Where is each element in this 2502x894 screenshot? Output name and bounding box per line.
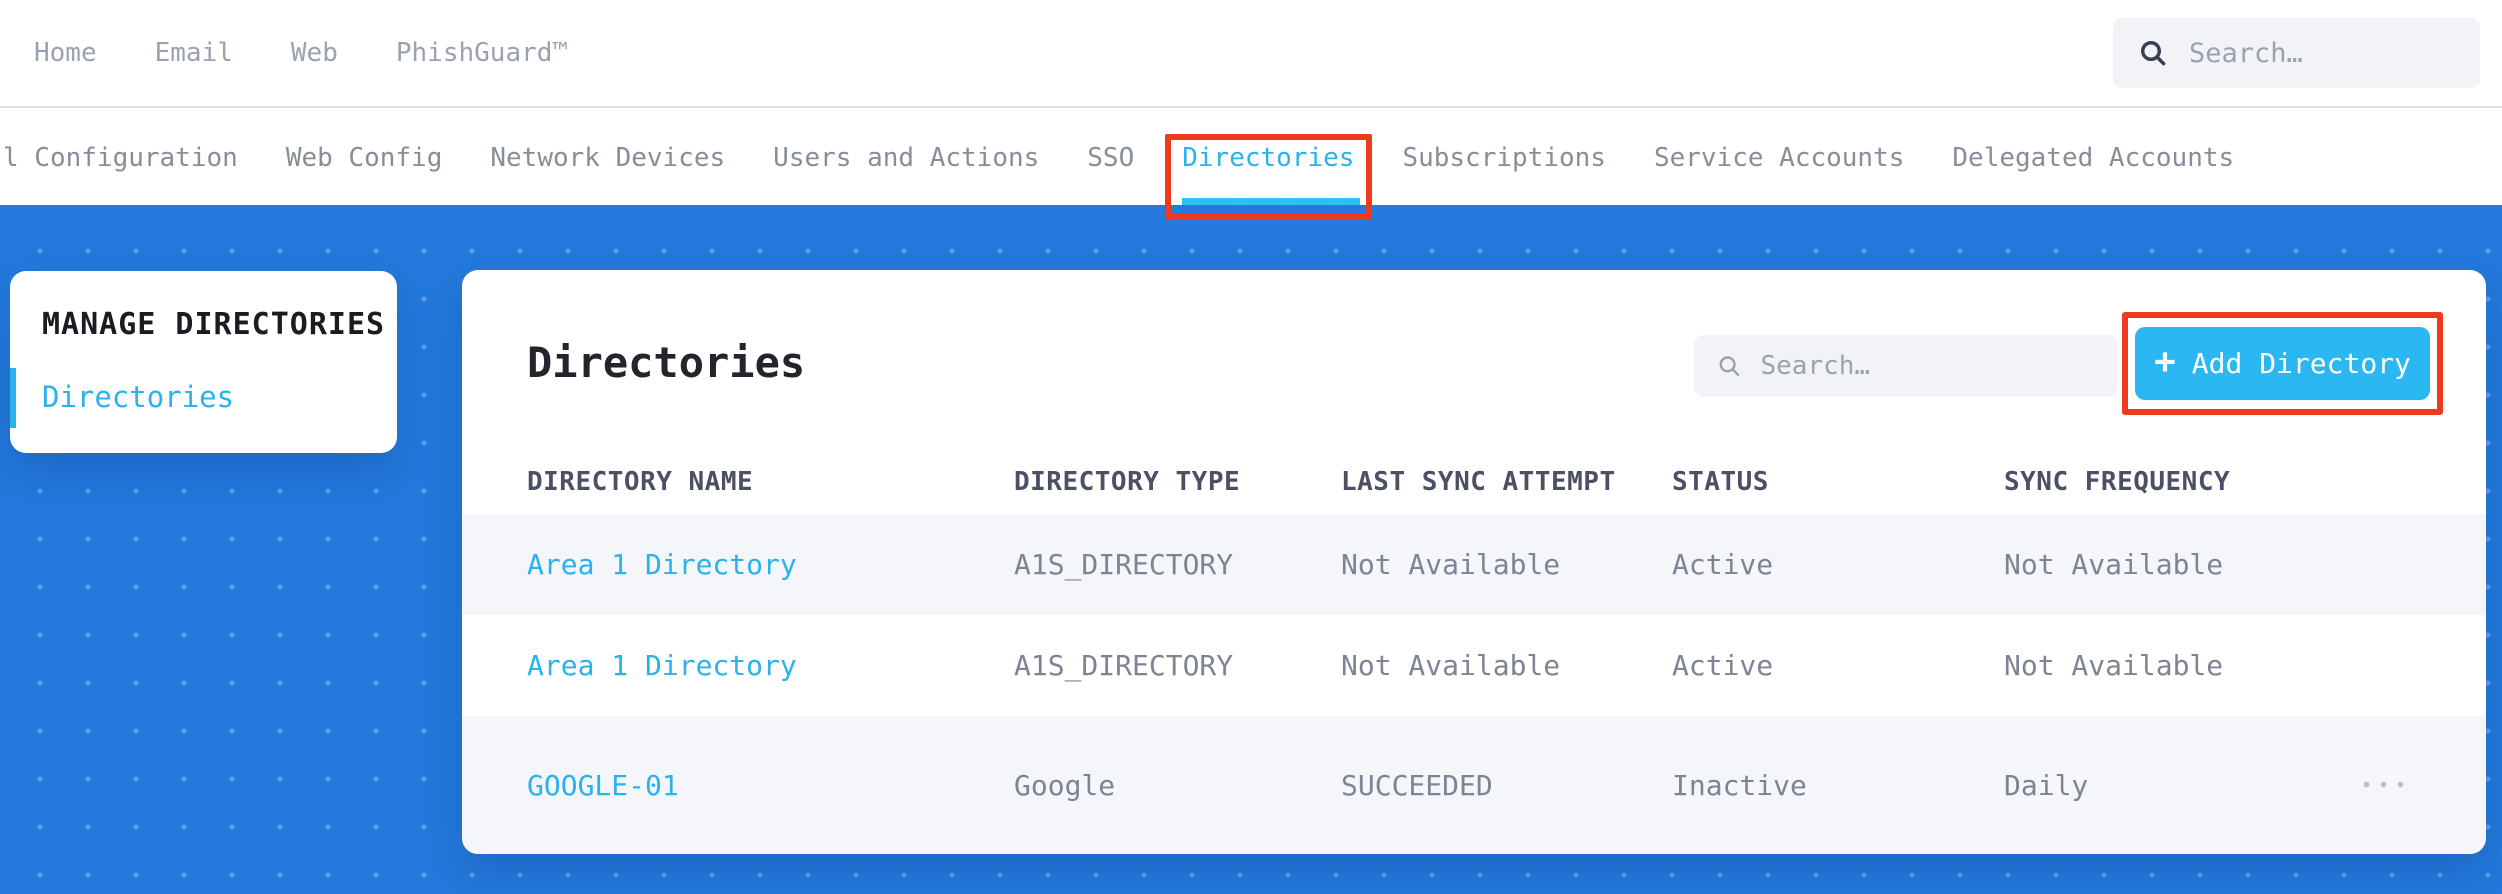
plus-icon: + [2154, 341, 2176, 382]
directories-table: DIRECTORY NAME DIRECTORY TYPE LAST SYNC … [462, 450, 2486, 854]
subnav-subscriptions[interactable]: Subscriptions [1402, 110, 1606, 205]
directory-name-link[interactable]: Area 1 Directory [527, 548, 1014, 581]
subnav-users-and-actions[interactable]: Users and Actions [773, 110, 1039, 205]
top-nav-phishguard[interactable]: PhishGuard™ [396, 38, 568, 68]
add-directory-button[interactable]: + Add Directory [2135, 327, 2430, 400]
last-sync-cell: Not Available [1341, 649, 1561, 682]
directory-type-cell: A1S_DIRECTORY [1014, 649, 1234, 682]
settings-sub-navigation: l Configuration Web Config Network Devic… [0, 110, 2502, 220]
global-search-input[interactable] [2189, 37, 2456, 69]
manage-directories-heading: MANAGE DIRECTORIES [42, 307, 386, 342]
col-header-sync-frequency: SYNC FREQUENCY [2004, 467, 2231, 497]
table-row: GOOGLE-01 Google SUCCEEDED Inactive Dail… [462, 716, 2486, 854]
active-tab-underline [1182, 198, 1361, 205]
top-nav-items: Home Email Web PhishGuard™ [0, 38, 568, 68]
row-actions-menu-icon[interactable]: ••• [2360, 773, 2411, 797]
sync-frequency-cell: Not Available [2004, 649, 2224, 682]
top-nav-home[interactable]: Home [34, 38, 97, 68]
top-navigation: Home Email Web PhishGuard™ [0, 0, 2502, 108]
status-cell: Active [1672, 548, 1774, 581]
annotation-box-add-directory: + Add Directory [2122, 312, 2443, 415]
sidebar-item-directories[interactable]: Directories [10, 368, 365, 428]
directory-name-link[interactable]: GOOGLE-01 [527, 769, 1014, 802]
last-sync-cell: SUCCEEDED [1341, 768, 1493, 802]
col-header-last-sync-attempt: LAST SYNC ATTEMPT [1341, 467, 1616, 497]
last-sync-cell: Not Available [1341, 548, 1561, 581]
subnav-web-config[interactable]: Web Config [286, 110, 443, 205]
directories-panel: Directories + Add Directory DIRECTORY NA… [462, 270, 2486, 854]
subnav-sso[interactable]: SSO [1087, 110, 1134, 205]
search-icon [2141, 41, 2166, 66]
subnav-network-devices[interactable]: Network Devices [490, 110, 725, 205]
directories-search-input[interactable] [1760, 351, 2096, 381]
directories-search-box[interactable] [1694, 335, 2118, 397]
subnav-delegated-accounts[interactable]: Delegated Accounts [1952, 110, 2234, 205]
top-nav-email[interactable]: Email [155, 38, 233, 68]
col-header-directory-name: DIRECTORY NAME [527, 467, 754, 497]
search-icon [1719, 356, 1740, 377]
col-header-status: STATUS [1672, 467, 1769, 497]
sidebar-item-directories-label: Directories [42, 380, 235, 414]
directories-page-background: MANAGE DIRECTORIES Directories Directori… [0, 205, 2502, 894]
directory-type-cell: A1S_DIRECTORY [1014, 548, 1234, 581]
page-title: Directories [527, 338, 806, 387]
add-directory-label: Add Directory [2191, 347, 2411, 380]
subnav-service-accounts[interactable]: Service Accounts [1654, 110, 1904, 205]
table-row: Area 1 Directory A1S_DIRECTORY Not Avail… [462, 615, 2486, 716]
status-cell: Active [1672, 649, 1774, 682]
manage-directories-card: MANAGE DIRECTORIES Directories [10, 271, 397, 453]
sync-frequency-cell: Daily [2004, 768, 2089, 802]
col-header-directory-type: DIRECTORY TYPE [1014, 467, 1241, 497]
table-row: Area 1 Directory A1S_DIRECTORY Not Avail… [462, 514, 2486, 615]
active-item-indicator [10, 368, 16, 428]
directory-type-cell: Google [1014, 768, 1116, 802]
global-search-box[interactable] [2113, 18, 2480, 88]
subnav-email-configuration[interactable]: l Configuration [3, 110, 238, 205]
table-header-row: DIRECTORY NAME DIRECTORY TYPE LAST SYNC … [462, 450, 2486, 514]
sync-frequency-cell: Not Available [2004, 548, 2224, 581]
top-nav-web[interactable]: Web [291, 38, 338, 68]
directory-name-link[interactable]: Area 1 Directory [527, 649, 1014, 682]
status-cell: Inactive [1672, 768, 1807, 802]
subnav-directories[interactable]: Directories [1165, 110, 1373, 220]
subnav-directories-label: Directories [1182, 142, 1355, 173]
